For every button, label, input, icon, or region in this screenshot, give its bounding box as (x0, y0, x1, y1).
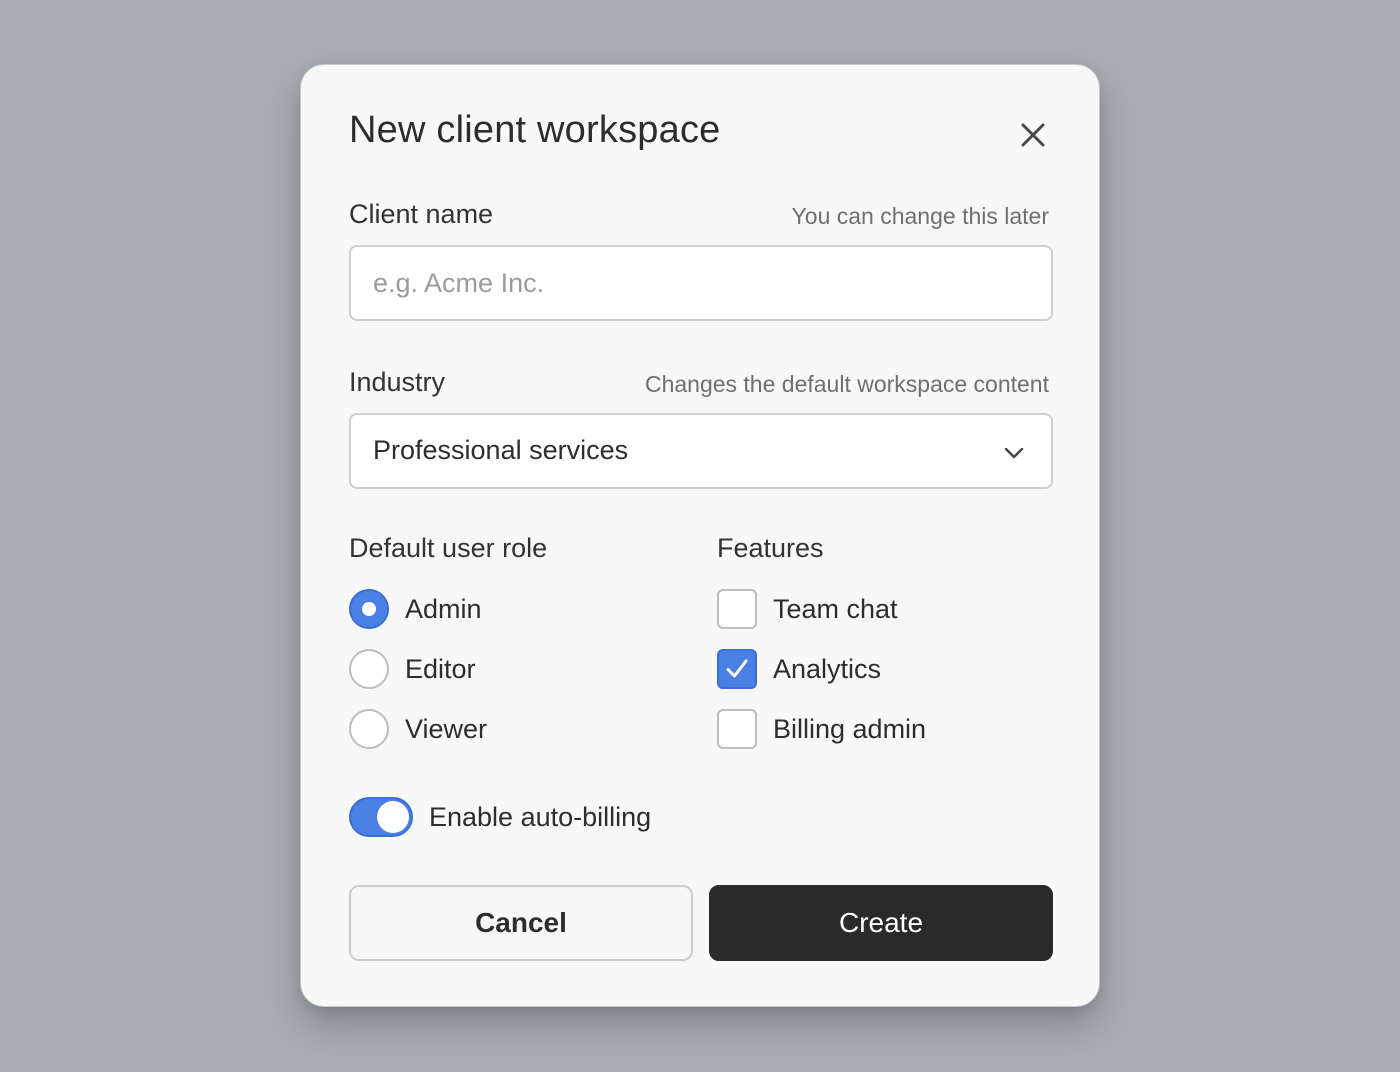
close-button[interactable] (1015, 117, 1051, 153)
close-icon (1021, 123, 1045, 147)
client-name-label: Client name (349, 199, 494, 229)
industry-label: Industry (349, 367, 446, 397)
role-option-editor[interactable]: Editor (349, 649, 476, 689)
checkbox-team-chat[interactable] (717, 589, 757, 629)
role-label-viewer: Viewer (405, 713, 488, 744)
auto-billing-toggle[interactable] (349, 797, 413, 837)
feature-option-team-chat[interactable]: Team chat (717, 589, 898, 629)
toggle-knob (377, 801, 409, 833)
checkmark-icon (726, 659, 748, 678)
client-name-input[interactable] (349, 245, 1053, 321)
radio-viewer[interactable] (349, 709, 389, 749)
feature-option-billing-admin[interactable]: Billing admin (717, 709, 926, 749)
industry-selected-value: Professional services (373, 435, 629, 465)
auto-billing-label: Enable auto-billing (429, 801, 652, 832)
role-label-editor: Editor (405, 653, 476, 684)
feature-label-billing-admin: Billing admin (773, 713, 927, 744)
auto-billing-row[interactable]: Enable auto-billing (349, 797, 651, 837)
dialog-title: New client workspace (349, 109, 721, 151)
checkbox-billing-admin[interactable] (717, 709, 757, 749)
radio-admin[interactable] (349, 589, 389, 629)
role-option-viewer[interactable]: Viewer (349, 709, 487, 749)
create-button[interactable]: Create (709, 885, 1053, 961)
new-client-workspace-dialog: New client workspace Client name You can… (300, 64, 1100, 1007)
feature-label-analytics: Analytics (773, 653, 882, 684)
feature-label-team-chat: Team chat (773, 593, 898, 624)
checkbox-analytics[interactable] (717, 649, 757, 689)
chevron-down-icon (1004, 447, 1024, 459)
feature-option-analytics[interactable]: Analytics (717, 649, 881, 689)
default-user-role-title: Default user role (349, 533, 548, 563)
radio-editor[interactable] (349, 649, 389, 689)
client-name-hint: You can change this later (791, 203, 1049, 229)
industry-hint: Changes the default workspace content (644, 371, 1049, 397)
role-label-admin: Admin (405, 593, 482, 624)
cancel-button[interactable]: Cancel (349, 885, 693, 961)
role-option-admin[interactable]: Admin (349, 589, 482, 629)
features-title: Features (717, 533, 824, 563)
industry-select[interactable]: Professional services (349, 413, 1053, 489)
